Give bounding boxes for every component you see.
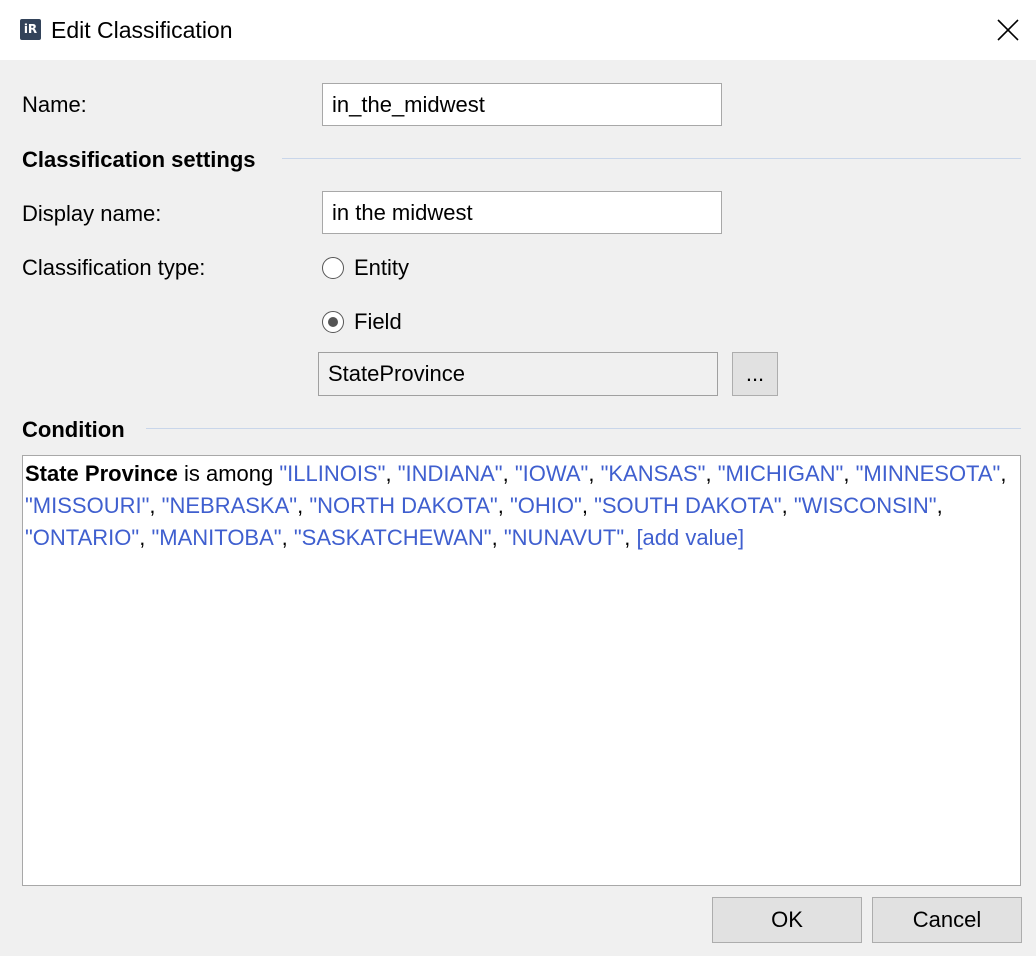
edit-classification-dialog: iR Edit Classification Name: Classificat…	[0, 0, 1036, 956]
condition-value[interactable]: "INDIANA"	[398, 461, 503, 486]
close-button[interactable]	[986, 8, 1030, 52]
condition-field[interactable]: State Province	[25, 461, 178, 486]
condition-value[interactable]: "ILLINOIS"	[279, 461, 385, 486]
condition-value[interactable]: "NORTH DAKOTA"	[309, 493, 497, 518]
condition-value-separator: ,	[705, 461, 712, 486]
condition-value[interactable]: "NUNAVUT"	[504, 525, 624, 550]
condition-value-separator: ,	[581, 493, 588, 518]
condition-value-separator: ,	[502, 461, 509, 486]
add-value-link[interactable]: [add value]	[636, 525, 744, 550]
radio-field-circle[interactable]	[322, 311, 344, 333]
condition-title: Condition	[22, 417, 125, 442]
classification-type-label: Classification type:	[22, 255, 206, 280]
display-name-input[interactable]	[322, 191, 722, 234]
radio-entity-label: Entity	[354, 255, 410, 280]
condition-value[interactable]: "OHIO"	[510, 493, 582, 518]
radio-entity-circle[interactable]	[322, 257, 344, 279]
condition-value-separator: ,	[588, 461, 595, 486]
cancel-button[interactable]: Cancel	[872, 897, 1022, 943]
condition-value[interactable]: "KANSAS"	[601, 461, 706, 486]
condition-operator[interactable]: is among	[184, 461, 273, 486]
ir-app-icon: iR	[20, 19, 41, 40]
display-name-label: Display name:	[22, 201, 162, 226]
condition-value[interactable]: "NEBRASKA"	[162, 493, 297, 518]
condition-value-separator: ,	[624, 525, 631, 550]
condition-value-separator: ,	[781, 493, 788, 518]
name-label: Name:	[22, 92, 87, 117]
condition-value-separator: ,	[936, 493, 943, 518]
condition-divider	[146, 428, 1021, 429]
ok-button[interactable]: OK	[712, 897, 862, 943]
condition-value-separator: ,	[385, 461, 392, 486]
condition-value-separator: ,	[149, 493, 156, 518]
radio-field-label: Field	[354, 309, 402, 334]
classification-settings-divider	[282, 158, 1021, 159]
condition-value-separator: ,	[843, 461, 850, 486]
browse-field-button[interactable]: ...	[732, 352, 778, 396]
condition-value[interactable]: "SASKATCHEWAN"	[294, 525, 492, 550]
condition-value[interactable]: "ONTARIO"	[25, 525, 139, 550]
close-icon	[997, 19, 1019, 41]
name-input[interactable]	[322, 83, 722, 126]
condition-value-separator: ,	[491, 525, 498, 550]
window-title: Edit Classification	[51, 17, 233, 43]
condition-editor[interactable]: State Province is among "ILLINOIS", "IND…	[22, 455, 1021, 886]
radio-selected-dot	[328, 317, 338, 327]
condition-value[interactable]: "MISSOURI"	[25, 493, 149, 518]
title-bar[interactable]: iR Edit Classification	[0, 0, 1036, 60]
field-select-input[interactable]	[318, 352, 718, 396]
condition-value[interactable]: "MINNESOTA"	[856, 461, 1001, 486]
classification-settings-title: Classification settings	[22, 147, 256, 172]
condition-value-separator: ,	[139, 525, 146, 550]
condition-value[interactable]: "IOWA"	[515, 461, 588, 486]
condition-value-separator: ,	[497, 493, 504, 518]
condition-value-separator: ,	[297, 493, 304, 518]
condition-value[interactable]: "MANITOBA"	[151, 525, 281, 550]
condition-value[interactable]: "WISCONSIN"	[794, 493, 937, 518]
condition-value-separator: ,	[281, 525, 288, 550]
condition-value[interactable]: "SOUTH DAKOTA"	[594, 493, 782, 518]
condition-value[interactable]: "MICHIGAN"	[718, 461, 844, 486]
condition-value-separator: ,	[1000, 461, 1007, 486]
